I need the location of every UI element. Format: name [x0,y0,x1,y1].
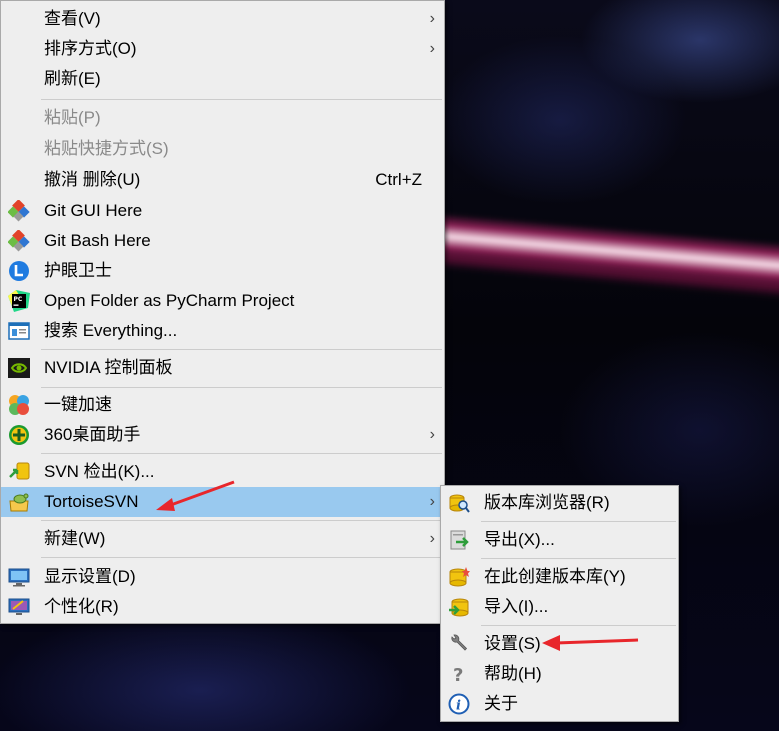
menu-separator [41,520,442,521]
menu-item-nvidia-control-panel[interactable]: NVIDIA 控制面板 [1,353,444,383]
submenu-item-about[interactable]: i 关于 [441,689,678,719]
eye-guard-icon [8,260,30,282]
personalize-icon [8,596,30,618]
menu-item-paste-shortcut: 粘贴快捷方式(S) [44,139,169,158]
repo-browser-icon [448,492,470,514]
display-settings-icon [8,566,30,588]
git-bash-icon [7,229,30,252]
menu-item-tortoisesvn[interactable]: TortoiseSVN › [1,487,444,517]
tortoisesvn-icon [8,491,30,513]
menu-item-undo-delete[interactable]: 撤消 删除(U) Ctrl+Z [1,165,444,195]
import-icon [448,596,470,618]
menu-item-svn-checkout[interactable]: SVN 检出(K)... [1,457,444,487]
info-icon: i [448,693,470,715]
desktop-context-menu: 查看(V) › 排序方式(O) › 刷新(E) 粘贴(P) 粘贴快捷方式(S) … [0,0,445,624]
chevron-right-icon: › [429,530,435,547]
speedup-icon [8,394,30,416]
pycharm-icon: PC [8,290,30,312]
menu-item-new[interactable]: 新建(W) › [1,524,444,554]
menu-item-personalize[interactable]: 个性化(R) [1,592,444,622]
menu-item-paste: 粘贴(P) [44,108,101,127]
svn-checkout-icon [8,461,30,483]
svg-text:PC: PC [14,296,23,303]
tortoisesvn-submenu: 版本库浏览器(R) 导出(X)... 在此创建版本库(Y) 导入(I)... 设… [440,485,679,722]
menu-item-refresh[interactable]: 刷新(E) [1,64,444,94]
chevron-right-icon: › [429,426,435,443]
menu-item-sort-by[interactable]: 排序方式(O) › [1,34,444,64]
chevron-right-icon: › [429,493,435,510]
svg-text:?: ? [453,665,463,685]
menu-item-everything-search[interactable]: 搜索 Everything... [1,316,444,346]
menu-separator [481,521,676,522]
help-icon: ? [448,663,470,686]
menu-separator [41,349,442,350]
export-icon [448,529,470,551]
submenu-item-repo-browser[interactable]: 版本库浏览器(R) [441,488,678,518]
everything-search-icon [8,320,30,342]
menu-item-git-bash[interactable]: Git Bash Here [1,226,444,256]
chevron-right-icon: › [429,40,435,57]
submenu-item-help[interactable]: ? 帮助(H) [441,659,678,689]
submenu-item-settings[interactable]: 设置(S) [441,629,678,659]
nvidia-icon [8,357,30,379]
menu-item-360-desktop[interactable]: 360桌面助手 › [1,420,444,450]
menu-item-pycharm[interactable]: PC Open Folder as PyCharm Project [1,286,444,316]
menu-item-view[interactable]: 查看(V) › [1,4,444,34]
shortcut-text: Ctrl+Z [375,170,422,189]
menu-separator [481,625,676,626]
submenu-item-export[interactable]: 导出(X)... [441,525,678,555]
menu-item-eye-guard[interactable]: 护眼卫士 [1,256,444,286]
menu-item-one-click-speedup[interactable]: 一键加速 [1,390,444,420]
svg-text:i: i [456,699,461,714]
menu-separator [481,558,676,559]
create-repo-icon [448,566,470,588]
chevron-right-icon: › [429,10,435,27]
menu-separator [41,387,442,388]
wrench-icon [448,633,470,655]
submenu-item-create-repo[interactable]: 在此创建版本库(Y) [441,562,678,592]
menu-separator [41,453,442,454]
menu-separator [41,99,442,100]
git-gui-icon [7,199,30,222]
menu-item-git-gui[interactable]: Git GUI Here [1,196,444,226]
menu-separator [41,557,442,558]
menu-item-display-settings[interactable]: 显示设置(D) [1,562,444,592]
submenu-item-import[interactable]: 导入(I)... [441,592,678,622]
360-desktop-icon [8,424,30,446]
